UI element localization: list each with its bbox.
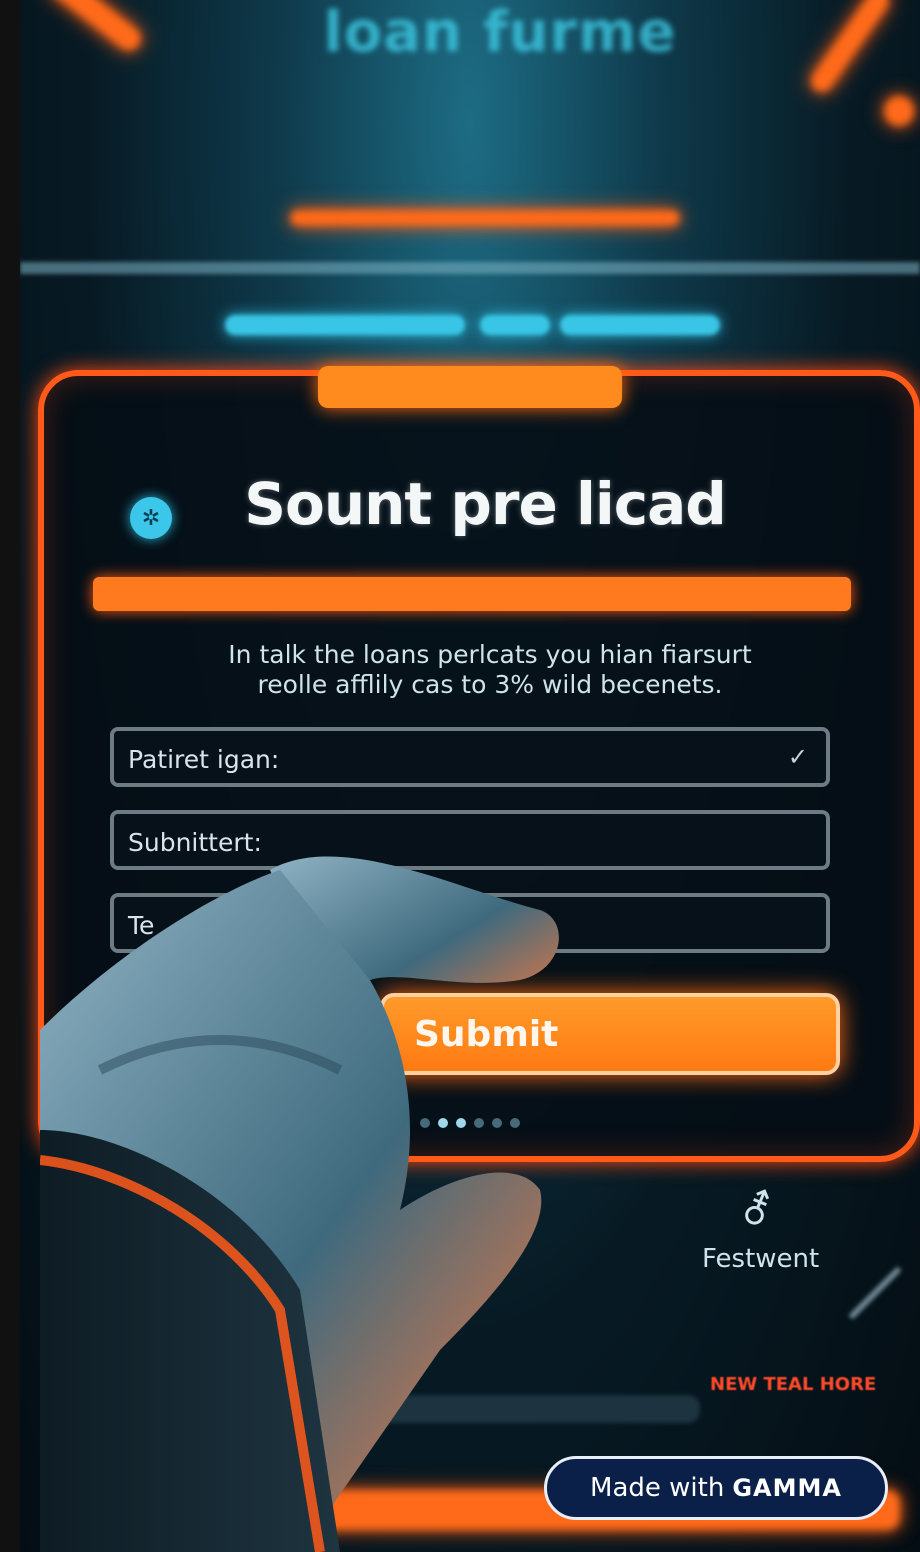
hud-dot — [884, 96, 914, 126]
hud-accent-left — [44, 0, 146, 56]
tag-text: NEW TEAL HORE — [710, 1374, 877, 1395]
panel-top-tab — [318, 366, 622, 408]
header-title: loan furme — [323, 0, 677, 65]
hud-accent-right — [806, 0, 894, 97]
scene: loan furme ✲ Sount pre licad In talk the… — [20, 0, 920, 1552]
hud-bar-cyan-3 — [560, 315, 720, 335]
gamma-logo: GAMMA — [732, 1474, 842, 1502]
gender-icon[interactable]: ⚦ — [740, 1188, 774, 1234]
pointing-hand — [40, 856, 559, 1552]
check-icon: ✓ — [787, 743, 808, 771]
panel-title: Sount pre licad — [244, 470, 727, 538]
progress-bar — [93, 577, 851, 611]
left-edge-strip — [0, 0, 20, 1552]
hud-bar-cyan-1 — [225, 315, 465, 335]
loan-type-field[interactable]: Patiret igan: ✓ — [110, 727, 830, 787]
badge-prefix: Made with — [590, 1473, 725, 1503]
feature-label: Festwent — [702, 1244, 820, 1274]
horizon-line — [20, 262, 920, 274]
loan-type-label: Patiret igan: — [128, 745, 280, 774]
deco-slash — [848, 1266, 902, 1320]
description-line-2: reolle afflily cas to 3% wild becenets. — [257, 670, 723, 699]
hud-bar-cyan-2 — [480, 315, 550, 335]
description-line-1: In talk the loans perlcats you hian fiar… — [228, 640, 752, 669]
settings-icon[interactable]: ✲ — [130, 497, 172, 539]
panel-description: In talk the loans perlcats you hian fiar… — [180, 640, 800, 700]
hud-bar-orange — [290, 210, 680, 226]
made-with-gamma-badge[interactable]: Made with GAMMA — [544, 1456, 888, 1520]
